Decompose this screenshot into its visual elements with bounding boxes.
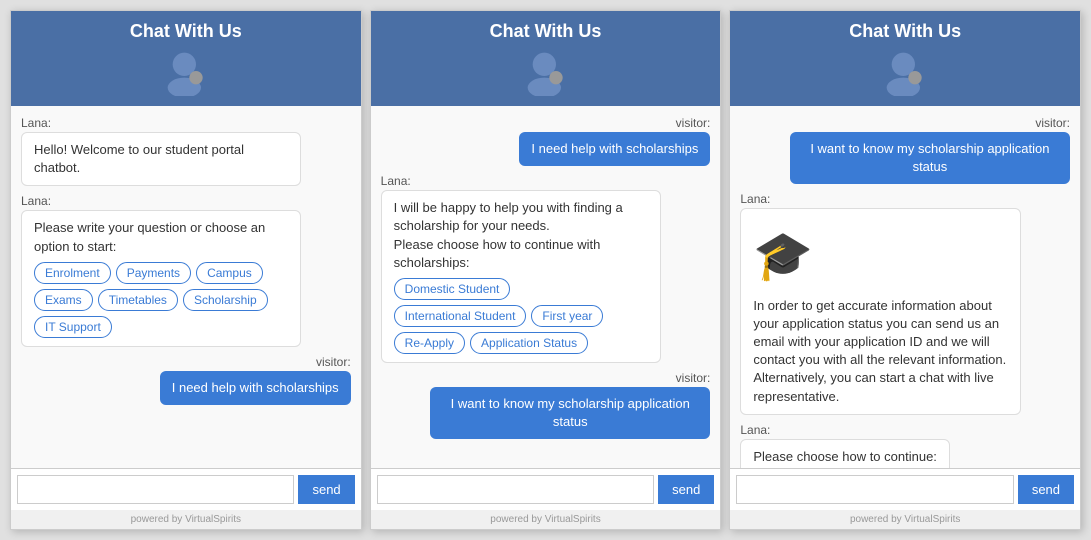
- chat-input-1[interactable]: [17, 475, 294, 504]
- powered-by-2: powered by VirtualSpirits: [371, 510, 721, 529]
- option-buttons: Enrolment Payments Campus Exams Timetabl…: [34, 262, 288, 338]
- sender-label-visitor: visitor:: [676, 116, 711, 130]
- powered-by-1: powered by VirtualSpirits: [11, 510, 361, 529]
- option-campus[interactable]: Campus: [196, 262, 263, 284]
- lana-bubble: Hello! Welcome to our student portal cha…: [21, 132, 301, 186]
- sender-label: Lana:: [381, 174, 411, 188]
- message-row: Lana: Please write your question or choo…: [21, 194, 351, 346]
- option-app-status[interactable]: Application Status: [470, 332, 588, 354]
- graduation-cap-icon: 🎓: [753, 223, 1007, 290]
- sender-label: Lana:: [21, 116, 51, 130]
- message-row: visitor: I need help with scholarships: [21, 355, 351, 405]
- lana-bubble-grad: 🎓 In order to get accurate information a…: [740, 208, 1020, 414]
- chat-input-3[interactable]: [736, 475, 1013, 504]
- chat-header-1: Chat With Us: [11, 11, 361, 106]
- chat-widget-2: Chat With Us visitor: I need help with s…: [370, 10, 722, 530]
- chat-messages-2: visitor: I need help with scholarships L…: [371, 106, 721, 468]
- option-exams[interactable]: Exams: [34, 289, 93, 311]
- visitor-bubble: I need help with scholarships: [519, 132, 710, 166]
- visitor-bubble: I need help with scholarships: [160, 371, 351, 405]
- chat-input-area-2: send: [371, 468, 721, 510]
- message-row: visitor: I want to know my scholarship a…: [740, 116, 1070, 184]
- avatar-icon-3: [880, 46, 930, 96]
- message-row: Lana: Hello! Welcome to our student port…: [21, 116, 351, 186]
- chat-input-area-1: send: [11, 468, 361, 510]
- powered-by-3: powered by VirtualSpirits: [730, 510, 1080, 529]
- option-timetables[interactable]: Timetables: [98, 289, 178, 311]
- chat-input-2[interactable]: [377, 475, 654, 504]
- chat-messages-3: visitor: I want to know my scholarship a…: [730, 106, 1080, 468]
- header-title-1: Chat With Us: [130, 21, 242, 42]
- chat-widget-3: Chat With Us visitor: I want to know my …: [729, 10, 1081, 530]
- option-it-support[interactable]: IT Support: [34, 316, 112, 338]
- message-row: visitor: I want to know my scholarship a…: [381, 371, 711, 439]
- sender-label: Lana:: [740, 423, 770, 437]
- option-scholarship[interactable]: Scholarship: [183, 289, 268, 311]
- option-first-year[interactable]: First year: [531, 305, 603, 327]
- sender-label-visitor: visitor:: [316, 355, 351, 369]
- chat-header-2: Chat With Us: [371, 11, 721, 106]
- option-domestic[interactable]: Domestic Student: [394, 278, 511, 300]
- lana-bubble-continue: Please choose how to continue:: [740, 439, 950, 468]
- option-buttons-2: Domestic Student International Student F…: [394, 278, 648, 354]
- option-international[interactable]: International Student: [394, 305, 527, 327]
- lana-bubble-options: Please write your question or choose an …: [21, 210, 301, 346]
- avatar-icon-1: [161, 46, 211, 96]
- chat-header-3: Chat With Us: [730, 11, 1080, 106]
- avatar-icon-2: [521, 46, 571, 96]
- visitor-bubble-2: I want to know my scholarship applicatio…: [430, 387, 710, 439]
- chat-input-area-3: send: [730, 468, 1080, 510]
- send-button-1[interactable]: send: [298, 475, 354, 504]
- sender-label: Lana:: [21, 194, 51, 208]
- visitor-bubble-3: I want to know my scholarship applicatio…: [790, 132, 1070, 184]
- header-title-3: Chat With Us: [849, 21, 961, 42]
- header-title-2: Chat With Us: [490, 21, 602, 42]
- sender-label-visitor: visitor:: [676, 371, 711, 385]
- sender-label-visitor: visitor:: [1035, 116, 1070, 130]
- send-button-3[interactable]: send: [1018, 475, 1074, 504]
- message-row: Lana: 🎓 In order to get accurate informa…: [740, 192, 1070, 414]
- option-re-apply[interactable]: Re-Apply: [394, 332, 465, 354]
- option-enrolment[interactable]: Enrolment: [34, 262, 111, 284]
- lana-bubble-scholarship: I will be happy to help you with finding…: [381, 190, 661, 363]
- chat-messages-1: Lana: Hello! Welcome to our student port…: [11, 106, 361, 468]
- message-row: Lana: Please choose how to continue:: [740, 423, 1070, 468]
- send-button-2[interactable]: send: [658, 475, 714, 504]
- chat-widget-1: Chat With Us Lana: Hello! Welcome to our…: [10, 10, 362, 530]
- option-payments[interactable]: Payments: [116, 262, 191, 284]
- sender-label: Lana:: [740, 192, 770, 206]
- message-row: Lana: I will be happy to help you with f…: [381, 174, 711, 363]
- message-row: visitor: I need help with scholarships: [381, 116, 711, 166]
